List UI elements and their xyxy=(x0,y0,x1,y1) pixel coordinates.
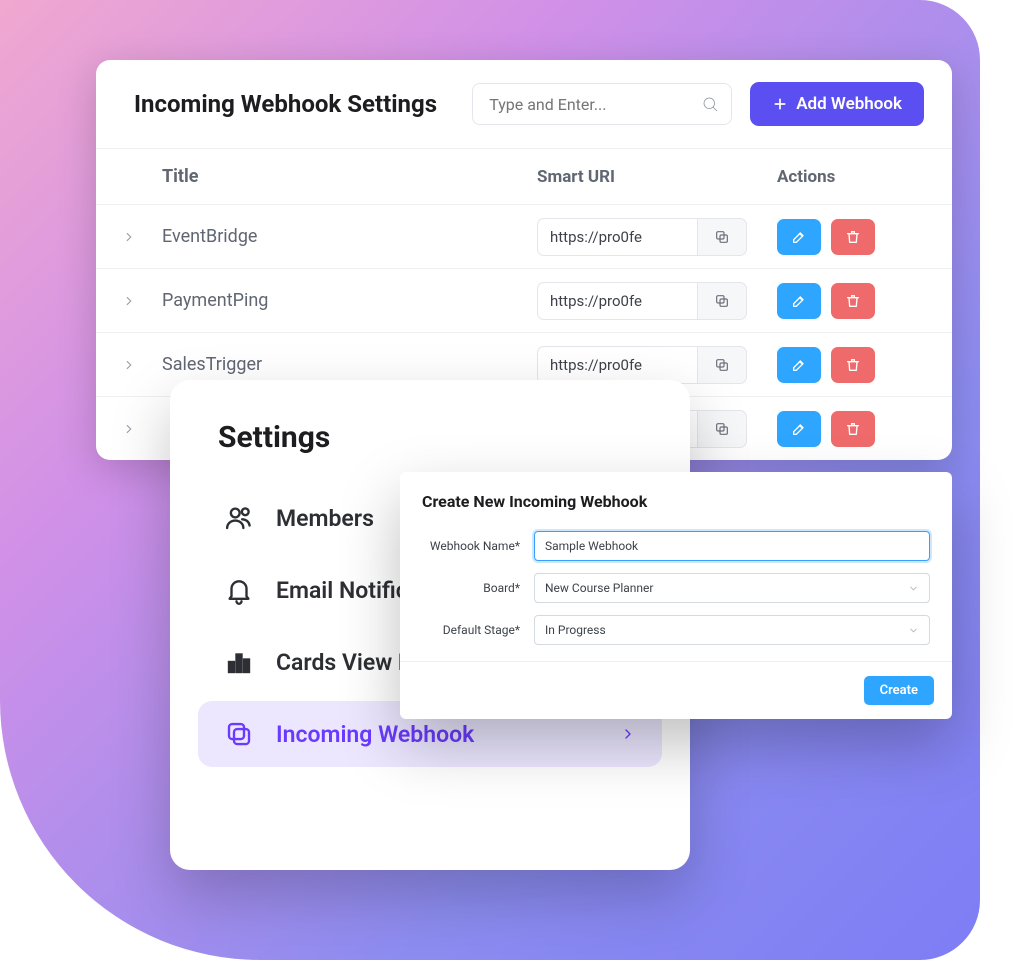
copy-url-button[interactable] xyxy=(697,410,747,448)
page-title: Incoming Webhook Settings xyxy=(134,90,437,118)
edit-icon xyxy=(791,229,807,245)
chevron-down-icon xyxy=(908,583,919,594)
create-button[interactable]: Create xyxy=(864,676,934,705)
settings-item-label: Incoming Webhook xyxy=(276,721,598,748)
copy-url-button[interactable] xyxy=(697,218,747,256)
edit-button[interactable] xyxy=(777,347,821,383)
smart-url-field[interactable]: https://pro0fe xyxy=(537,282,697,320)
stage-select-value: In Progress xyxy=(545,623,606,637)
stage-label: Default Stage* xyxy=(422,623,534,637)
edit-button[interactable] xyxy=(777,283,821,319)
board-label: Board* xyxy=(422,581,534,595)
chevron-right-icon xyxy=(620,726,636,742)
webhook-name-label: Webhook Name* xyxy=(422,539,534,553)
chevron-right-icon xyxy=(122,358,136,372)
bar-chart-icon xyxy=(224,647,254,677)
chevron-right-icon xyxy=(122,422,136,436)
edit-icon xyxy=(791,293,807,309)
trash-icon xyxy=(845,293,861,309)
copy-url-button[interactable] xyxy=(697,346,747,384)
col-header-title: Title xyxy=(162,166,537,187)
table-row: EventBridge https://pro0fe xyxy=(96,204,952,268)
copy-icon xyxy=(714,293,730,309)
settings-title: Settings xyxy=(218,420,662,455)
delete-button[interactable] xyxy=(831,219,875,255)
chevron-down-icon xyxy=(908,625,919,636)
smart-url-field[interactable]: https://pro0fe xyxy=(537,218,697,256)
copy-url-button[interactable] xyxy=(697,282,747,320)
copy-icon xyxy=(714,229,730,245)
bell-icon xyxy=(224,575,254,605)
edit-icon xyxy=(791,357,807,373)
webhook-name-input[interactable] xyxy=(534,531,930,561)
delete-button[interactable] xyxy=(831,283,875,319)
col-header-url: Smart URI xyxy=(537,167,777,187)
table-header-bar: Incoming Webhook Settings Add Webhook xyxy=(96,60,952,148)
create-webhook-modal: Create New Incoming Webhook Webhook Name… xyxy=(400,472,952,719)
edit-button[interactable] xyxy=(777,411,821,447)
expand-row-button[interactable] xyxy=(96,358,162,372)
expand-row-button[interactable] xyxy=(96,422,162,436)
search-input[interactable] xyxy=(489,95,691,114)
trash-icon xyxy=(845,421,861,437)
search-input-wrap[interactable] xyxy=(472,83,732,125)
plus-icon xyxy=(772,96,788,112)
delete-button[interactable] xyxy=(831,411,875,447)
add-webhook-label: Add Webhook xyxy=(796,94,902,114)
row-title: PaymentPing xyxy=(162,290,537,311)
delete-button[interactable] xyxy=(831,347,875,383)
expand-row-button[interactable] xyxy=(96,294,162,308)
trash-icon xyxy=(845,357,861,373)
edit-button[interactable] xyxy=(777,219,821,255)
edit-icon xyxy=(791,421,807,437)
copy-icon xyxy=(714,357,730,373)
chevron-right-icon xyxy=(122,294,136,308)
members-icon xyxy=(224,503,254,533)
smart-url-field[interactable]: https://pro0fe xyxy=(537,346,697,384)
board-select[interactable]: New Course Planner xyxy=(534,573,930,603)
col-header-actions: Actions xyxy=(777,167,952,187)
layers-icon xyxy=(224,719,254,749)
chevron-right-icon xyxy=(122,230,136,244)
table-head-row: Title Smart URI Actions xyxy=(96,148,952,204)
search-icon xyxy=(701,95,719,113)
copy-icon xyxy=(714,421,730,437)
expand-row-button[interactable] xyxy=(96,230,162,244)
add-webhook-button[interactable]: Add Webhook xyxy=(750,82,924,126)
table-row: PaymentPing https://pro0fe xyxy=(96,268,952,332)
stage-select[interactable]: In Progress xyxy=(534,615,930,645)
board-select-value: New Course Planner xyxy=(545,581,654,595)
row-title: EventBridge xyxy=(162,226,537,247)
modal-title: Create New Incoming Webhook xyxy=(400,492,952,525)
row-title: SalesTrigger xyxy=(162,354,537,375)
trash-icon xyxy=(845,229,861,245)
